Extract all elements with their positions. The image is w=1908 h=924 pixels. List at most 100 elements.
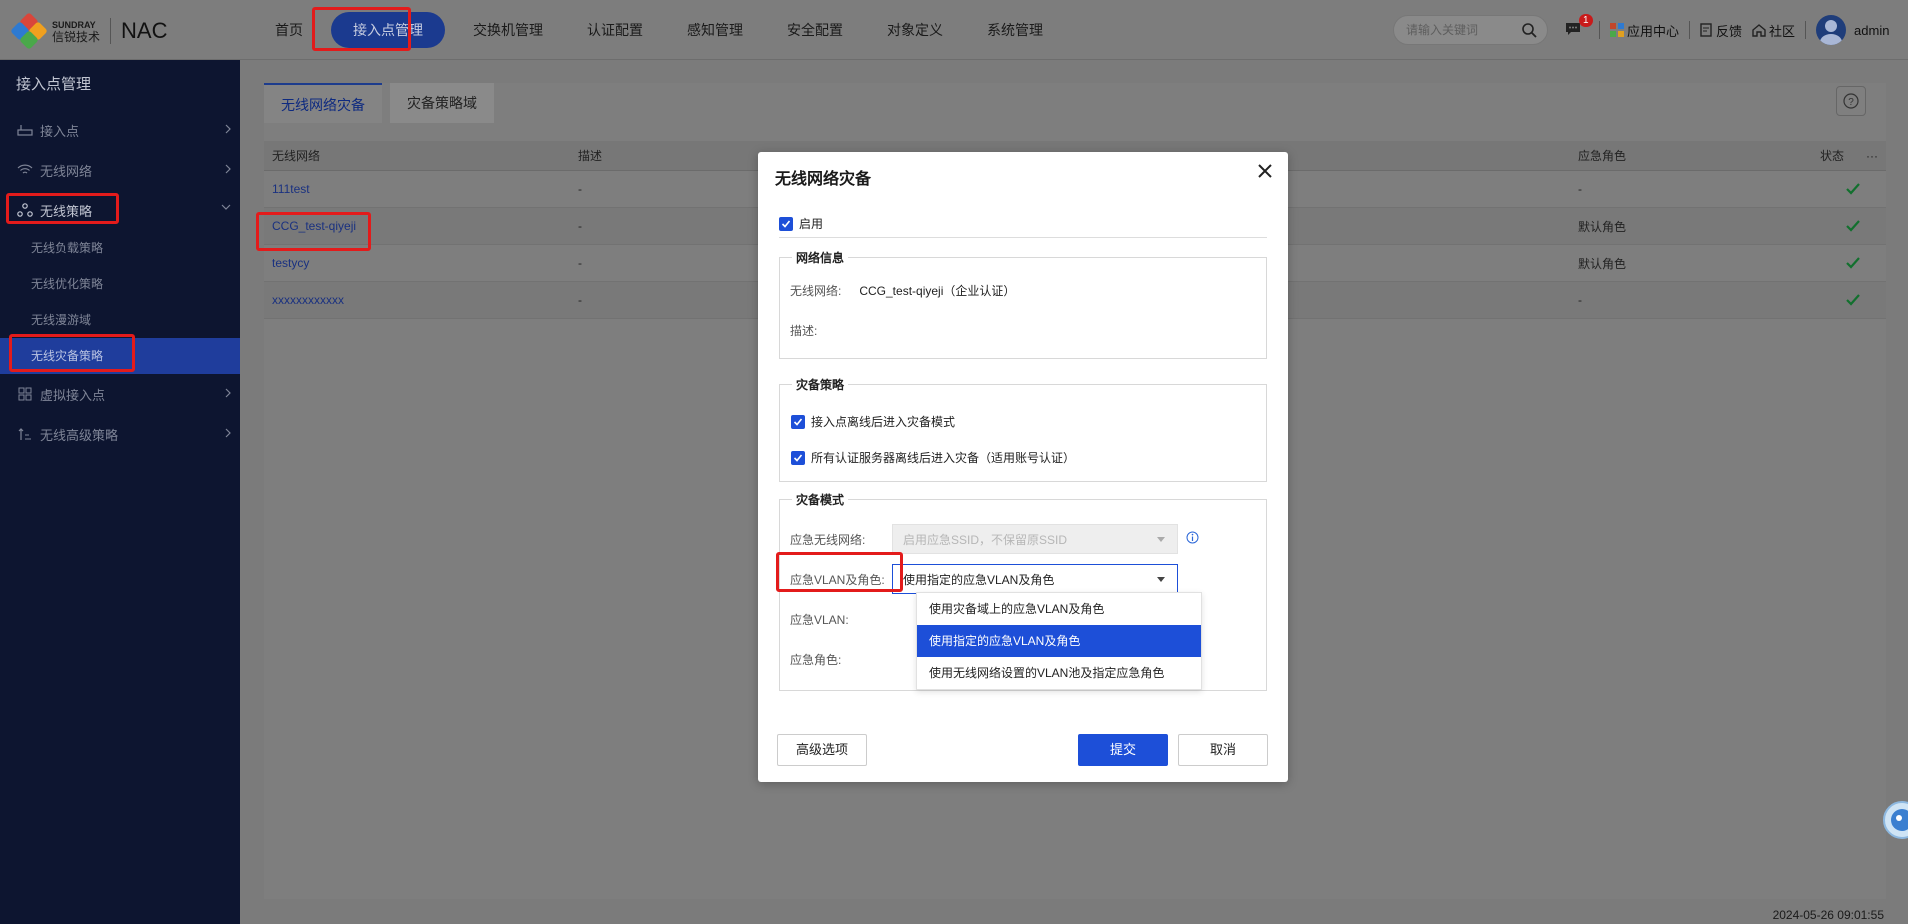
question-icon: ? bbox=[1843, 93, 1859, 109]
sidebar-subitem-roaming-domain[interactable]: 无线漫游域 bbox=[0, 302, 240, 338]
router-icon bbox=[17, 125, 33, 136]
app-grid-icon bbox=[1610, 23, 1624, 37]
header-network[interactable]: 无线网络 bbox=[264, 141, 570, 170]
network-link[interactable]: xxxxxxxxxxxx bbox=[272, 293, 344, 307]
ap-offline-checkbox[interactable]: 接入点离线后进入灾备模式 bbox=[791, 413, 955, 430]
user-icon bbox=[1820, 20, 1843, 45]
sidebar-item-advanced-policy[interactable]: 无线高级策略 bbox=[0, 414, 240, 454]
chevron-right-icon bbox=[225, 388, 231, 398]
chevron-right-icon bbox=[225, 124, 231, 134]
user-avatar[interactable] bbox=[1816, 15, 1847, 45]
brand-cn: 信锐技术 bbox=[52, 30, 101, 44]
feedback-link[interactable]: 反馈 bbox=[1700, 21, 1742, 40]
message-icon bbox=[1566, 22, 1580, 35]
dropdown-option[interactable]: 使用无线网络设置的VLAN池及指定应急角色 bbox=[917, 657, 1201, 689]
wireless-dr-dialog: 无线网络灾备 启用 网络信息 无线网络: CCG_test-qiyeji（企业认… bbox=[758, 152, 1288, 782]
nav-ap-management[interactable]: 接入点管理 bbox=[331, 12, 445, 48]
emergency-vlan-role-select[interactable]: 使用指定的应急VLAN及角色 bbox=[892, 564, 1178, 594]
dropdown-option-selected[interactable]: 使用指定的应急VLAN及角色 bbox=[917, 625, 1201, 657]
product-name: NAC bbox=[121, 18, 168, 43]
auth-server-offline-checkbox[interactable]: 所有认证服务器离线后进入灾备（适用账号认证） bbox=[791, 449, 1075, 466]
top-bar: SUNDRAY 信锐技术 NAC 首页 接入点管理 交换机管理 认证配置 感知管… bbox=[0, 0, 1908, 60]
advanced-options-button[interactable]: 高级选项 bbox=[777, 734, 867, 766]
dr-policy-group: 灾备策略 接入点离线后进入灾备模式 所有认证服务器离线后进入灾备（适用账号认证） bbox=[779, 376, 1267, 482]
search-input[interactable] bbox=[1406, 16, 1516, 44]
group-legend: 灾备策略 bbox=[796, 378, 845, 392]
feedback-label: 反馈 bbox=[1716, 23, 1743, 39]
enable-checkbox[interactable]: 启用 bbox=[779, 215, 823, 232]
sidebar-item-virtual-ap[interactable]: 虚拟接入点 bbox=[0, 374, 240, 414]
caret-down-icon bbox=[1157, 537, 1165, 542]
svg-text:?: ? bbox=[1848, 97, 1854, 108]
search-icon[interactable] bbox=[1521, 22, 1537, 38]
divider bbox=[1689, 21, 1691, 39]
header-emergency-role[interactable]: 应急角色 bbox=[1570, 141, 1812, 170]
check-icon bbox=[1846, 257, 1860, 269]
nav-perception-management[interactable]: 感知管理 bbox=[665, 12, 765, 48]
sort-up-icon bbox=[18, 428, 31, 440]
chevron-down-icon bbox=[221, 204, 231, 210]
sidebar-item-wireless-network[interactable]: 无线网络 bbox=[0, 150, 240, 190]
nav-system-management[interactable]: 系统管理 bbox=[965, 12, 1065, 48]
help-button[interactable]: ? bbox=[1836, 86, 1866, 116]
nav-switch-management[interactable]: 交换机管理 bbox=[451, 12, 565, 48]
network-link[interactable]: testycy bbox=[272, 256, 309, 270]
role-cell: 默认角色 bbox=[1578, 256, 1627, 271]
sidebar-subitem-load-policy[interactable]: 无线负载策略 bbox=[0, 230, 240, 266]
column-menu-icon[interactable]: ··· bbox=[1866, 149, 1878, 163]
nav-home[interactable]: 首页 bbox=[253, 12, 325, 48]
tab-wireless-disaster-recovery[interactable]: 无线网络灾备 bbox=[264, 83, 382, 123]
sidebar-title: 接入点管理 bbox=[16, 76, 92, 93]
message-button[interactable]: 1 bbox=[1565, 13, 1593, 39]
divider bbox=[1599, 21, 1600, 39]
cancel-button[interactable]: 取消 bbox=[1178, 734, 1268, 766]
nav-auth-config[interactable]: 认证配置 bbox=[565, 12, 665, 48]
grid-blocks-icon bbox=[18, 387, 32, 401]
network-link[interactable]: 111test bbox=[272, 182, 310, 196]
nav-object-definition[interactable]: 对象定义 bbox=[865, 12, 965, 48]
tab-disaster-policy-domain[interactable]: 灾备策略域 bbox=[390, 83, 494, 123]
sidebar: 接入点管理 接入点 无线网络 无线策略 无线负载策略 无线优化策略 无线漫游域 … bbox=[0, 60, 240, 924]
network-link[interactable]: CCG_test-qiyeji bbox=[272, 219, 356, 233]
submit-button[interactable]: 提交 bbox=[1078, 734, 1168, 766]
sidebar-item-wireless-policy[interactable]: 无线策略 bbox=[0, 190, 240, 230]
sidebar-item-label: 虚拟接入点 bbox=[40, 387, 106, 403]
app-center-link[interactable]: 应用中心 bbox=[1610, 21, 1679, 40]
divider bbox=[1805, 21, 1807, 39]
info-icon[interactable] bbox=[1186, 531, 1199, 544]
logo-divider bbox=[110, 18, 112, 44]
network-nodes-icon bbox=[17, 203, 33, 217]
search-box bbox=[1393, 15, 1548, 45]
header-status[interactable]: 状态 ··· bbox=[1812, 141, 1886, 170]
check-icon bbox=[1846, 183, 1860, 195]
username[interactable]: admin bbox=[1854, 23, 1889, 38]
field-label: 无线网络: bbox=[790, 284, 842, 298]
sidebar-item-access-point[interactable]: 接入点 bbox=[0, 110, 240, 150]
emergency-vlan-label: 应急VLAN: bbox=[790, 613, 849, 627]
checkbox-checked-icon bbox=[779, 216, 793, 231]
caret-down-icon bbox=[1157, 577, 1165, 582]
description-row: 描述: bbox=[790, 322, 817, 339]
checkbox-label: 所有认证服务器离线后进入灾备（适用账号认证） bbox=[811, 451, 1076, 465]
role-cell: 默认角色 bbox=[1578, 219, 1627, 234]
header-status-label: 状态 bbox=[1820, 149, 1845, 163]
checkbox-checked-icon bbox=[791, 414, 805, 429]
nav-security-config[interactable]: 安全配置 bbox=[765, 12, 865, 48]
divider bbox=[779, 237, 1267, 238]
sidebar-subitem-disaster-recovery-policy[interactable]: 无线灾备策略 bbox=[0, 338, 240, 374]
sidebar-item-label: 接入点 bbox=[40, 123, 80, 139]
emergency-ssid-select: 启用应急SSID，不保留原SSID bbox=[892, 524, 1178, 554]
sidebar-subitem-optimization-policy[interactable]: 无线优化策略 bbox=[0, 266, 240, 302]
checkbox-checked-icon bbox=[791, 450, 805, 465]
community-link[interactable]: 社区 bbox=[1752, 21, 1795, 40]
home-icon bbox=[1752, 23, 1766, 37]
assistant-robot-icon[interactable] bbox=[1880, 795, 1908, 845]
emergency-vlan-role-label: 应急VLAN及角色: bbox=[790, 573, 885, 587]
close-icon[interactable] bbox=[1256, 162, 1274, 180]
enable-label: 启用 bbox=[799, 217, 824, 231]
field-label: 描述: bbox=[790, 324, 818, 338]
sidebar-item-label: 无线策略 bbox=[40, 203, 93, 219]
brand-logo[interactable]: SUNDRAY 信锐技术 NAC bbox=[10, 12, 168, 50]
dropdown-option[interactable]: 使用灾备域上的应急VLAN及角色 bbox=[917, 593, 1201, 625]
emergency-ssid-label: 应急无线网络: bbox=[790, 533, 866, 547]
